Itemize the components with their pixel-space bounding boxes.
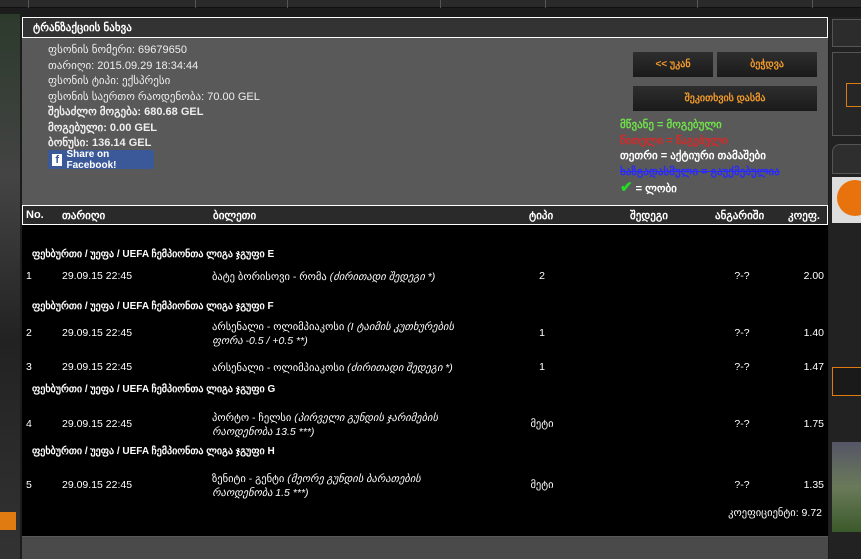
group-header: ფეხბურთი / უეფა / UEFA ჩემპიონთა ლიგა ჯგ… [32, 446, 275, 457]
match-name: ბატე ბორისოვი - რომა [212, 271, 327, 283]
sidebar-box [832, 52, 861, 136]
print-button[interactable]: ბეჭდვა [717, 52, 817, 77]
match-name: არსენალი - ოლიმპიაკოსი [212, 321, 345, 333]
row-date: 29.09.15 22:45 [62, 361, 133, 373]
color-legend: მწვანე = მოგებული წითელი = წაგებული თეთრ… [620, 118, 780, 198]
bet-number: ფსონის ნომერი: 69679650 [48, 44, 187, 56]
col-type: ტიპი [529, 210, 554, 222]
row-odds: 1.75 [803, 418, 824, 430]
shuffle-icon [837, 180, 861, 216]
row-number: 2 [26, 327, 32, 339]
row-ticket: არსენალი - ოლიმპიაკოსი (I ტაიმის კუთხურე… [212, 320, 482, 348]
col-no: No. [26, 209, 44, 221]
row-number: 4 [26, 418, 32, 430]
bet-info: ფსონის ნომერი: 69679650 თარიღი: 2015.09.… [48, 43, 260, 152]
row-number: 5 [26, 479, 32, 491]
group-header: ფეხბურთი / უეფა / UEFA ჩემპიონთა ლიგა ჯგ… [32, 249, 275, 260]
check-icon: ✔ [620, 179, 633, 196]
panel-footer [22, 537, 828, 559]
row-ticket: ზენიტი - გენტი (მეორე გუნდის ბარათების რ… [212, 472, 482, 500]
row-score: ?-? [734, 361, 750, 373]
row-ticket: ბატე ბორისოვი - რომა (ძირითადი შედეგი *) [212, 270, 482, 284]
col-result: შედეგი [630, 210, 668, 222]
row-ticket: პორტო - ჩელსი (პირველი გუნდის ჯარიმების … [212, 411, 482, 439]
share-facebook-button[interactable]: f Share on Facebook! [48, 149, 154, 171]
market-name: (ძირითადი შედეგი *) [329, 271, 436, 283]
row-odds: 1.47 [803, 361, 824, 373]
row-type: 1 [539, 327, 545, 339]
left-side-button[interactable] [0, 512, 16, 530]
back-button[interactable]: << უკან [633, 52, 713, 77]
row-odds: 2.00 [803, 270, 824, 282]
sidebar-input[interactable] [846, 83, 861, 107]
bet-date: თარიღი: 2015.09.29 18:34:44 [48, 59, 199, 72]
row-type: 2 [539, 270, 545, 282]
row-type: მეტი [530, 418, 554, 430]
table-header: No. თარიღი ბილეთი ტიპი შედეგი ანგარიში კ… [22, 205, 828, 225]
row-date: 29.09.15 22:45 [62, 418, 133, 430]
row-odds: 1.35 [803, 479, 824, 491]
col-score: ანგარიში [715, 210, 765, 222]
right-sidebar [829, 17, 861, 559]
row-date: 29.09.15 22:45 [62, 479, 133, 491]
won-amount: მოგებული: 0.00 GEL [48, 121, 158, 134]
match-name: არსენალი - ოლიმპიაკოსი [212, 362, 345, 374]
row-score: ?-? [734, 327, 750, 339]
col-ticket: ბილეთი [213, 210, 257, 222]
sidebar-video-thumbnail[interactable] [832, 442, 861, 532]
row-date: 29.09.15 22:45 [62, 327, 133, 339]
total-odds: კოეფიციენტი: 9.72 [728, 507, 822, 519]
row-number: 3 [26, 361, 32, 373]
sidebar-section[interactable] [832, 367, 861, 396]
group-header: ფეხბურთი / უეფა / UEFA ჩემპიონთა ლიგა ჯგ… [32, 301, 274, 312]
legend-check: = ლობი [635, 183, 677, 195]
transaction-panel: ტრანზაქციის ნახვა ფსონის ნომერი: 6967965… [22, 17, 828, 559]
col-odds: კოეფ. [788, 210, 820, 222]
row-ticket: არსენალი - ოლიმპიაკოსი (ძირითადი შედეგი … [212, 361, 482, 375]
legend-white: თეთრი = აქტიური თამაშები [620, 150, 766, 162]
possible-win: შესაძლო მოგება: 680.68 GEL [48, 106, 204, 118]
row-date: 29.09.15 22:45 [62, 270, 133, 282]
row-type: მეტი [530, 479, 554, 491]
left-background-banner [0, 14, 20, 559]
sidebar-tab[interactable] [832, 144, 861, 174]
market-name: (ძირითადი შედეგი *) [347, 362, 453, 374]
match-name: პორტო - ჩელსი [212, 412, 292, 424]
bets-table: ფეხბურთი / უეფა / UEFA ჩემპიონთა ლიგა ჯგ… [22, 225, 828, 536]
legend-strikethrough: ხაზგადასმული = გაუქმებულია [620, 165, 780, 178]
group-header: ფეხბურთი / უეფა / UEFA ჩემპიონთა ლიგა ჯგ… [32, 384, 276, 395]
row-score: ?-? [734, 270, 750, 282]
row-number: 1 [26, 270, 32, 282]
total-amount: ფსონის საერთო რაოდენობა: 70.00 GEL [48, 90, 260, 103]
facebook-icon: f [52, 153, 63, 166]
bet-type: ფსონის ტიპი: ექსპრესი [48, 75, 171, 87]
sidebar-logo [832, 177, 861, 223]
legend-red: წითელი = წაგებული [620, 134, 728, 147]
row-score: ?-? [734, 418, 750, 430]
row-type: 1 [539, 361, 545, 373]
ask-question-button[interactable]: შეკითხვის დასმა [633, 86, 817, 111]
legend-green: მწვანე = მოგებული [620, 119, 722, 131]
col-date: თარიღი [62, 210, 106, 222]
row-score: ?-? [734, 479, 750, 491]
row-odds: 1.40 [803, 327, 824, 339]
panel-title: ტრანზაქციის ნახვა [22, 17, 828, 38]
sidebar-box [832, 19, 861, 47]
top-navigation [0, 0, 861, 8]
match-name: ზენიტი - გენტი [212, 473, 285, 485]
